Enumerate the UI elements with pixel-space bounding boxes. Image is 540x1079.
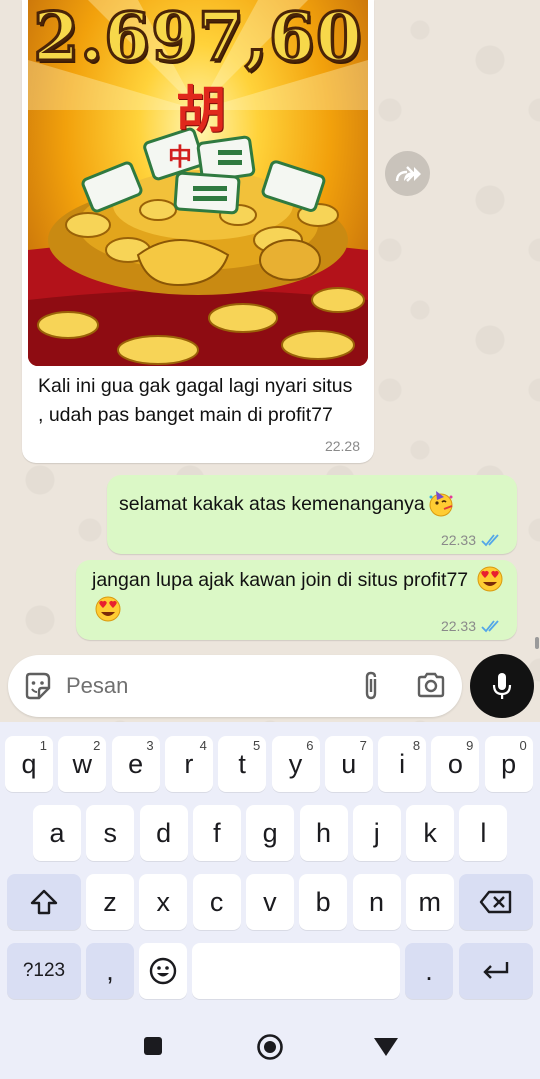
- space-key[interactable]: [192, 943, 400, 999]
- key-d[interactable]: d: [139, 805, 188, 861]
- home-icon[interactable]: [256, 1033, 284, 1061]
- recents-icon[interactable]: [143, 1036, 163, 1056]
- key-number-hint: 2: [93, 738, 101, 753]
- hu-character: 胡: [176, 81, 226, 139]
- chat-area[interactable]: 中 2.697,60 胡 Kali ini gua gak gagal lagi…: [0, 0, 540, 722]
- key-label: u: [341, 748, 357, 779]
- outgoing-message-text-content: selamat kakak atas kemenanganya: [119, 493, 425, 515]
- camera-icon[interactable]: [416, 671, 446, 699]
- outgoing-message-text: jangan lupa ajak kawan join di situs pro…: [92, 565, 505, 625]
- emoji-key[interactable]: [139, 943, 187, 999]
- key-t[interactable]: t5: [218, 736, 267, 792]
- key-g[interactable]: g: [246, 805, 295, 861]
- forward-button[interactable]: [385, 151, 430, 196]
- key-y[interactable]: y6: [271, 736, 320, 792]
- key-label: r: [184, 748, 194, 779]
- key-j[interactable]: j: [352, 805, 401, 861]
- key-m[interactable]: m: [405, 874, 454, 930]
- key-label: y: [288, 748, 303, 779]
- shift-key[interactable]: [7, 874, 81, 930]
- incoming-message-time: 22.28: [324, 438, 360, 454]
- key-z[interactable]: z: [86, 874, 134, 930]
- back-icon[interactable]: [373, 1037, 399, 1057]
- sticker-icon[interactable]: [22, 671, 52, 701]
- enter-arrow-icon: [483, 962, 509, 979]
- message-input[interactable]: Pesan: [66, 673, 128, 699]
- key-label: i: [399, 748, 406, 779]
- outgoing-message-text: selamat kakak atas kemenanganya: [119, 489, 505, 519]
- message-input-bar[interactable]: Pesan: [8, 655, 462, 717]
- read-ticks-icon: [481, 534, 499, 547]
- period-key[interactable]: .: [405, 943, 453, 999]
- read-ticks-icon: [481, 620, 499, 633]
- key-c[interactable]: c: [192, 874, 241, 930]
- key-label: p: [501, 748, 517, 779]
- party-face-emoji: [429, 490, 453, 517]
- key-number-hint: 5: [252, 738, 261, 753]
- incoming-message-text: Kali ini gua gak gagal lagi nyari situs …: [38, 375, 353, 426]
- key-v[interactable]: v: [245, 874, 294, 930]
- key-k[interactable]: k: [406, 805, 455, 861]
- system-navigation-bar: [0, 1012, 540, 1079]
- key-n[interactable]: n: [352, 874, 401, 930]
- key-f[interactable]: f: [192, 805, 241, 861]
- key-number-hint: 7: [359, 738, 367, 753]
- voice-record-button[interactable]: [470, 654, 534, 718]
- key-number-hint: 8: [412, 738, 421, 753]
- outgoing-message-time: 22.33: [440, 532, 476, 548]
- key-q[interactable]: q1: [5, 736, 53, 792]
- symbols-key[interactable]: ?123: [7, 943, 81, 999]
- key-b[interactable]: b: [299, 874, 348, 930]
- key-p[interactable]: p0: [484, 736, 533, 792]
- key-r[interactable]: r4: [164, 736, 213, 792]
- key-number-hint: 6: [306, 738, 314, 753]
- forward-icon: [395, 165, 421, 182]
- backspace-key[interactable]: [459, 874, 533, 930]
- backspace-icon: [479, 890, 512, 914]
- microphone-icon: [492, 673, 512, 699]
- comma-key[interactable]: ,: [86, 943, 134, 999]
- outgoing-message-text-content: jangan lupa ajak kawan join di situs pro…: [92, 569, 469, 591]
- outgoing-message-meta: 22.33: [441, 618, 503, 634]
- key-number-hint: 1: [39, 738, 47, 753]
- key-u[interactable]: u7: [324, 736, 373, 792]
- key-label: q: [21, 748, 37, 779]
- key-label: o: [447, 748, 463, 779]
- key-label: t: [238, 748, 246, 779]
- key-s[interactable]: s: [86, 805, 135, 861]
- key-i[interactable]: i8: [378, 736, 427, 792]
- key-number-hint: 3: [146, 738, 154, 753]
- key-label: e: [128, 748, 144, 779]
- svg-text:中: 中: [168, 143, 192, 171]
- outgoing-message-meta: 22.33: [441, 532, 503, 548]
- key-e[interactable]: e3: [111, 736, 160, 792]
- jackpot-amount-text: 2.697,60: [32, 0, 364, 78]
- key-h[interactable]: h: [299, 805, 348, 861]
- heart-eyes-emoji: [477, 566, 503, 592]
- heart-eyes-emoji: [95, 596, 121, 622]
- incoming-message[interactable]: 中 2.697,60 胡 Kali ini gua gak gagal lagi…: [22, 0, 374, 463]
- key-number-hint: 0: [519, 738, 527, 753]
- outgoing-message[interactable]: jangan lupa ajak kawan join di situs pro…: [76, 560, 517, 640]
- key-number-hint: 4: [199, 738, 207, 753]
- outgoing-message-time: 22.33: [440, 618, 476, 634]
- key-w[interactable]: w2: [58, 736, 107, 792]
- scrollbar-thumb[interactable]: [535, 637, 539, 649]
- emoji-smiley-icon: [149, 957, 177, 985]
- key-l[interactable]: l: [459, 805, 508, 861]
- key-number-hint: 9: [466, 738, 474, 753]
- outgoing-message[interactable]: selamat kakak atas kemenanganya 22.33: [107, 475, 517, 554]
- key-label: w: [72, 748, 93, 779]
- shift-icon: [30, 889, 58, 915]
- key-o[interactable]: o9: [431, 736, 480, 792]
- jackpot-image[interactable]: 中 2.697,60 胡: [28, 0, 368, 366]
- key-a[interactable]: a: [33, 805, 81, 861]
- enter-key[interactable]: [459, 943, 533, 999]
- key-x[interactable]: x: [139, 874, 188, 930]
- paperclip-icon[interactable]: [360, 670, 382, 702]
